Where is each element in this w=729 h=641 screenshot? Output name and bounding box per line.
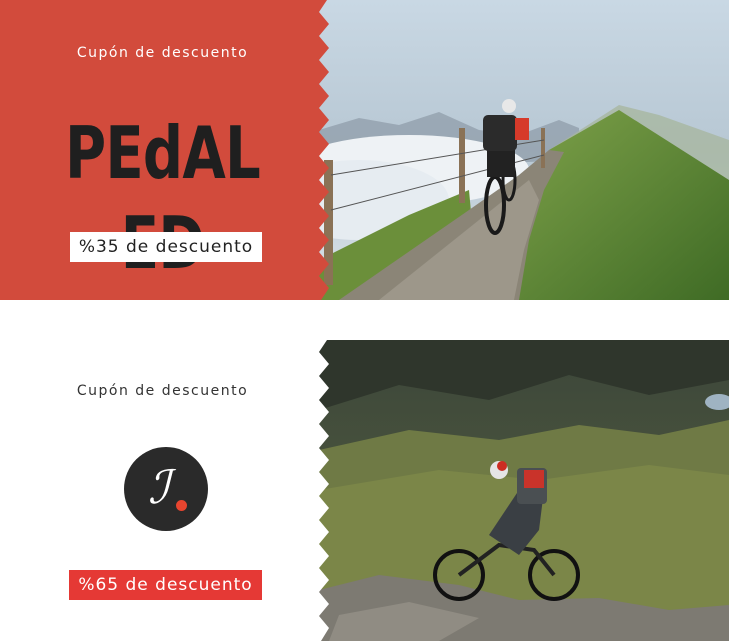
coupon-eyebrow: Cupón de descuento [76, 383, 249, 399]
ridge-cyclist-photo [317, 0, 729, 300]
coupon-info-panel: Cupón de descuento ℐ %65 de descuento [0, 340, 325, 641]
discount-badge: %35 de descuento [70, 232, 262, 262]
coupon-eyebrow: Cupón de descuento [76, 45, 249, 61]
brand-monogram-icon: ℐ [124, 447, 208, 531]
coupon-card-2: Cupón de descuento ℐ %65 de descuento [0, 340, 729, 641]
coupon-info-panel: Cupón de descuento PEdAL ED %35 de descu… [0, 0, 325, 300]
discount-badge: %65 de descuento [69, 570, 262, 600]
alpine-cyclist-photo [317, 340, 729, 641]
coupon-card-1: Cupón de descuento PEdAL ED %35 de descu… [0, 0, 729, 300]
